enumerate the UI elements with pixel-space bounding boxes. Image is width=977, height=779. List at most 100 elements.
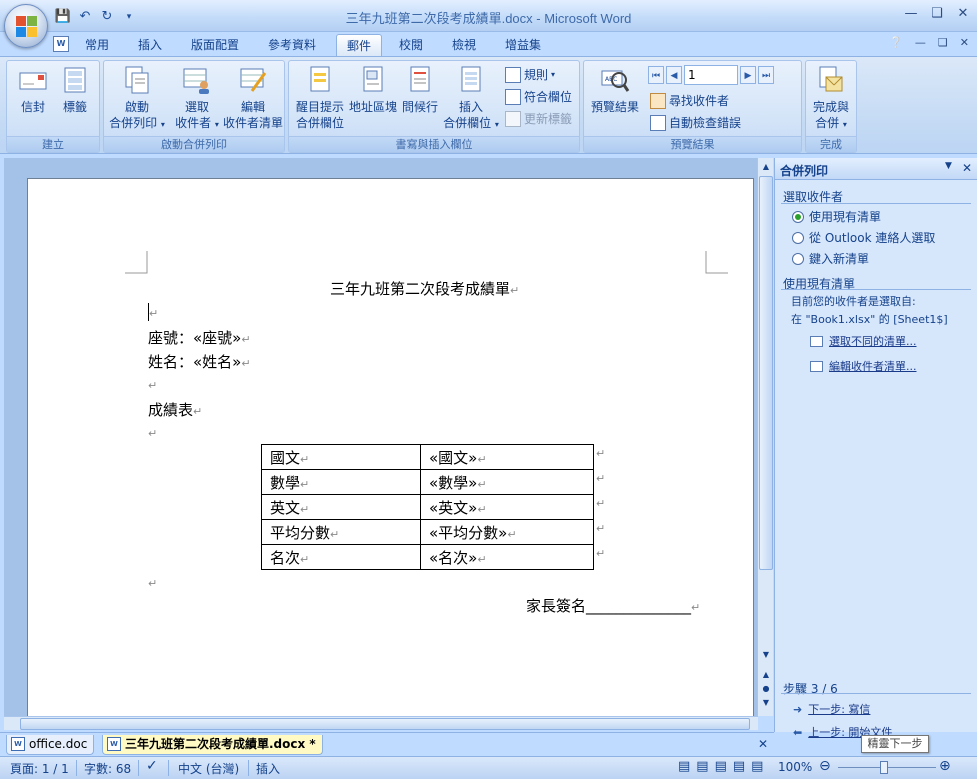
radio-type-new[interactable]: 鍵入新清單 — [792, 250, 869, 267]
first-record-icon[interactable]: ⏮ — [648, 66, 664, 84]
check-errors-icon — [650, 115, 666, 131]
proofing-icon[interactable]: ✓ — [146, 758, 158, 774]
title-bar: 💾 ↶ ↻ ▾ 三年九班第二次段考成績單.docx - Microsoft Wo… — [0, 0, 977, 32]
tab-home[interactable]: 常用 — [75, 34, 119, 56]
finish-merge-button[interactable]: 完成與 合併 ▾ — [808, 65, 854, 133]
divider — [781, 203, 971, 204]
view-buttons-icon[interactable]: ▤▤▤▤▤ — [678, 759, 769, 774]
arrow-left-icon: ⬅ — [793, 725, 803, 739]
radio-use-existing[interactable]: 使用現有清單 — [792, 208, 881, 225]
match-fields-button[interactable]: 符合欄位 — [505, 88, 572, 106]
minimize-icon[interactable]: — — [903, 6, 919, 22]
tab-mailings[interactable]: 郵件 — [336, 34, 383, 56]
current-source-path: 在 "Book1.xlsx" 的 [Sheet1$] — [791, 313, 948, 326]
labels-button[interactable]: 標籤 — [55, 65, 95, 115]
tab-references[interactable]: 參考資料 — [258, 34, 326, 56]
doc-restore-icon[interactable]: ❑ — [938, 36, 948, 49]
select-recipients-icon — [183, 68, 209, 94]
table-row: 英文↵ «英文»↵ — [261, 494, 594, 520]
vertical-scrollbar[interactable]: ▲ ▼ ▲ ● ▼ — [757, 158, 773, 716]
group-label-preview: 預覽結果 — [584, 136, 801, 152]
start-merge-icon — [125, 66, 149, 94]
rules-button[interactable]: 規則 ▾ — [505, 66, 555, 84]
doc-tab-office[interactable]: Woffice.doc — [6, 735, 95, 755]
preview-results-button[interactable]: ABC 預覽結果 — [586, 65, 644, 115]
restore-icon[interactable]: ❑ — [929, 6, 945, 22]
doc-tab-grade-report[interactable]: W 三年九班第二次段考成績單.docx * — [102, 735, 323, 755]
status-word-count[interactable]: 字數: 68 — [84, 760, 131, 777]
table-cell: 英文↵ — [261, 494, 421, 520]
status-page[interactable]: 頁面: 1 / 1 — [10, 760, 69, 777]
next-page-icon[interactable]: ▼ — [758, 696, 774, 710]
last-record-icon[interactable]: ⏭ — [758, 66, 774, 84]
horizontal-scroll-thumb[interactable] — [20, 718, 750, 730]
tab-addins[interactable]: 增益集 — [495, 34, 551, 56]
office-button[interactable] — [4, 4, 48, 48]
margin-corner-top-right — [705, 251, 728, 274]
zoom-out-icon[interactable]: ⊖ — [819, 758, 831, 774]
find-recipient-button[interactable]: 尋找收件者 — [650, 92, 729, 110]
document-icon[interactable]: W — [53, 36, 69, 52]
document-page[interactable]: 三年九班第二次段考成績單↵ ​↵ 座號：«座號»↵ 姓名：«姓名»↵ ↵ 成績表… — [27, 178, 754, 718]
vertical-scroll-thumb[interactable] — [759, 176, 773, 570]
auto-check-errors-button[interactable]: 自動檢查錯誤 — [650, 114, 741, 132]
pane-close-icon[interactable]: ✕ — [962, 161, 972, 175]
name-field: 姓名：«姓名»↵ — [148, 353, 251, 371]
group-start-merge: 啟動 合併列印 ▾ 選取 收件者 ▾ 編輯 收件者清單 啟動合併列印 — [103, 60, 285, 153]
close-document-icon[interactable]: ✕ — [758, 737, 768, 751]
record-input[interactable]: 1 — [684, 65, 738, 85]
status-insert-mode[interactable]: 插入 — [256, 760, 280, 777]
mail-merge-pane: 合併列印 ▼ ✕ 選取收件者 使用現有清單 從 Outlook 連絡人選取 鍵入… — [774, 158, 977, 739]
table-row: 國文↵ «國文»↵ — [261, 444, 594, 470]
group-preview: ABC 預覽結果 ⏮ ◀ 1 ▶ ⏭ 尋找收件者 自動檢查錯誤 預覽結果 — [583, 60, 802, 153]
tab-view[interactable]: 檢視 — [442, 34, 486, 56]
status-language[interactable]: 中文 (台灣) — [178, 760, 239, 777]
document-title: 三年九班第二次段考成績單↵ — [330, 280, 520, 298]
envelopes-button[interactable]: 信封 — [13, 65, 53, 115]
highlight-merge-fields-button[interactable]: 醒目提示 合併欄位 — [293, 65, 347, 131]
scroll-up-icon[interactable]: ▲ — [758, 160, 774, 174]
parent-signature: 家長簽名______________↵ — [526, 597, 701, 615]
help-icon[interactable]: ❔ — [889, 36, 903, 49]
next-record-icon[interactable]: ▶ — [740, 66, 756, 84]
window-title: 三年九班第二次段考成績單.docx - Microsoft Word — [345, 11, 632, 26]
table-cell: «國文»↵ — [420, 444, 594, 470]
horizontal-scrollbar[interactable] — [4, 716, 758, 730]
tab-insert[interactable]: 插入 — [128, 34, 172, 56]
browse-object-icon[interactable]: ● — [758, 682, 774, 696]
start-mail-merge-button[interactable]: 啟動 合併列印 ▾ — [106, 65, 168, 133]
previous-record-icon[interactable]: ◀ — [666, 66, 682, 84]
next-step-link[interactable]: ➜ 下一步: 寫信 — [793, 701, 870, 717]
table-cell: 名次↵ — [261, 544, 421, 570]
radio-icon — [792, 231, 804, 244]
pane-header: 合併列印 ▼ ✕ — [775, 158, 977, 180]
doc-close-icon[interactable]: ✕ — [960, 36, 969, 49]
status-zoom[interactable]: 100% — [778, 760, 812, 774]
radio-outlook-contacts[interactable]: 從 Outlook 連絡人選取 — [792, 229, 935, 246]
greeting-line-button[interactable]: 問候行 — [399, 65, 441, 115]
highlight-fields-icon — [310, 66, 330, 92]
scroll-down-icon[interactable]: ▼ — [758, 648, 774, 662]
row-end-marks: ↵ ↵ ↵ ↵ ↵ — [596, 447, 606, 560]
tab-review[interactable]: 校閱 — [389, 34, 433, 56]
previous-page-icon[interactable]: ▲ — [758, 668, 774, 682]
empty-paragraph: ↵ — [148, 427, 158, 440]
select-recipients-button[interactable]: 選取 收件者 ▾ — [170, 65, 224, 133]
edit-recipient-list-link[interactable]: 編輯收件者清單... — [810, 358, 917, 374]
edit-recipient-list-button[interactable]: 編輯 收件者清單 — [222, 65, 284, 131]
select-different-list-link[interactable]: 選取不同的清單... — [810, 333, 917, 349]
doc-minimize-icon[interactable]: — — [915, 36, 926, 49]
insert-merge-field-button[interactable]: 插入 合併欄位 ▾ — [441, 65, 501, 133]
document-tabs-bar: Woffice.doc W 三年九班第二次段考成績單.docx * — [0, 732, 774, 756]
close-icon[interactable]: ✕ — [955, 6, 971, 22]
address-block-button[interactable]: 地址區塊 — [347, 65, 399, 115]
group-label-finish: 完成 — [806, 136, 856, 152]
update-labels-button[interactable]: 更新標籤 — [505, 110, 572, 128]
list-icon — [810, 335, 823, 347]
tab-page-layout[interactable]: 版面配置 — [181, 34, 249, 56]
current-source-text: 目前您的收件者是選取自: — [791, 295, 916, 308]
zoom-in-icon[interactable]: ⊕ — [939, 758, 951, 774]
zoom-slider-thumb[interactable] — [880, 761, 888, 774]
table-heading: 成績表↵ — [148, 401, 203, 419]
pane-menu-icon[interactable]: ▼ — [945, 161, 952, 175]
